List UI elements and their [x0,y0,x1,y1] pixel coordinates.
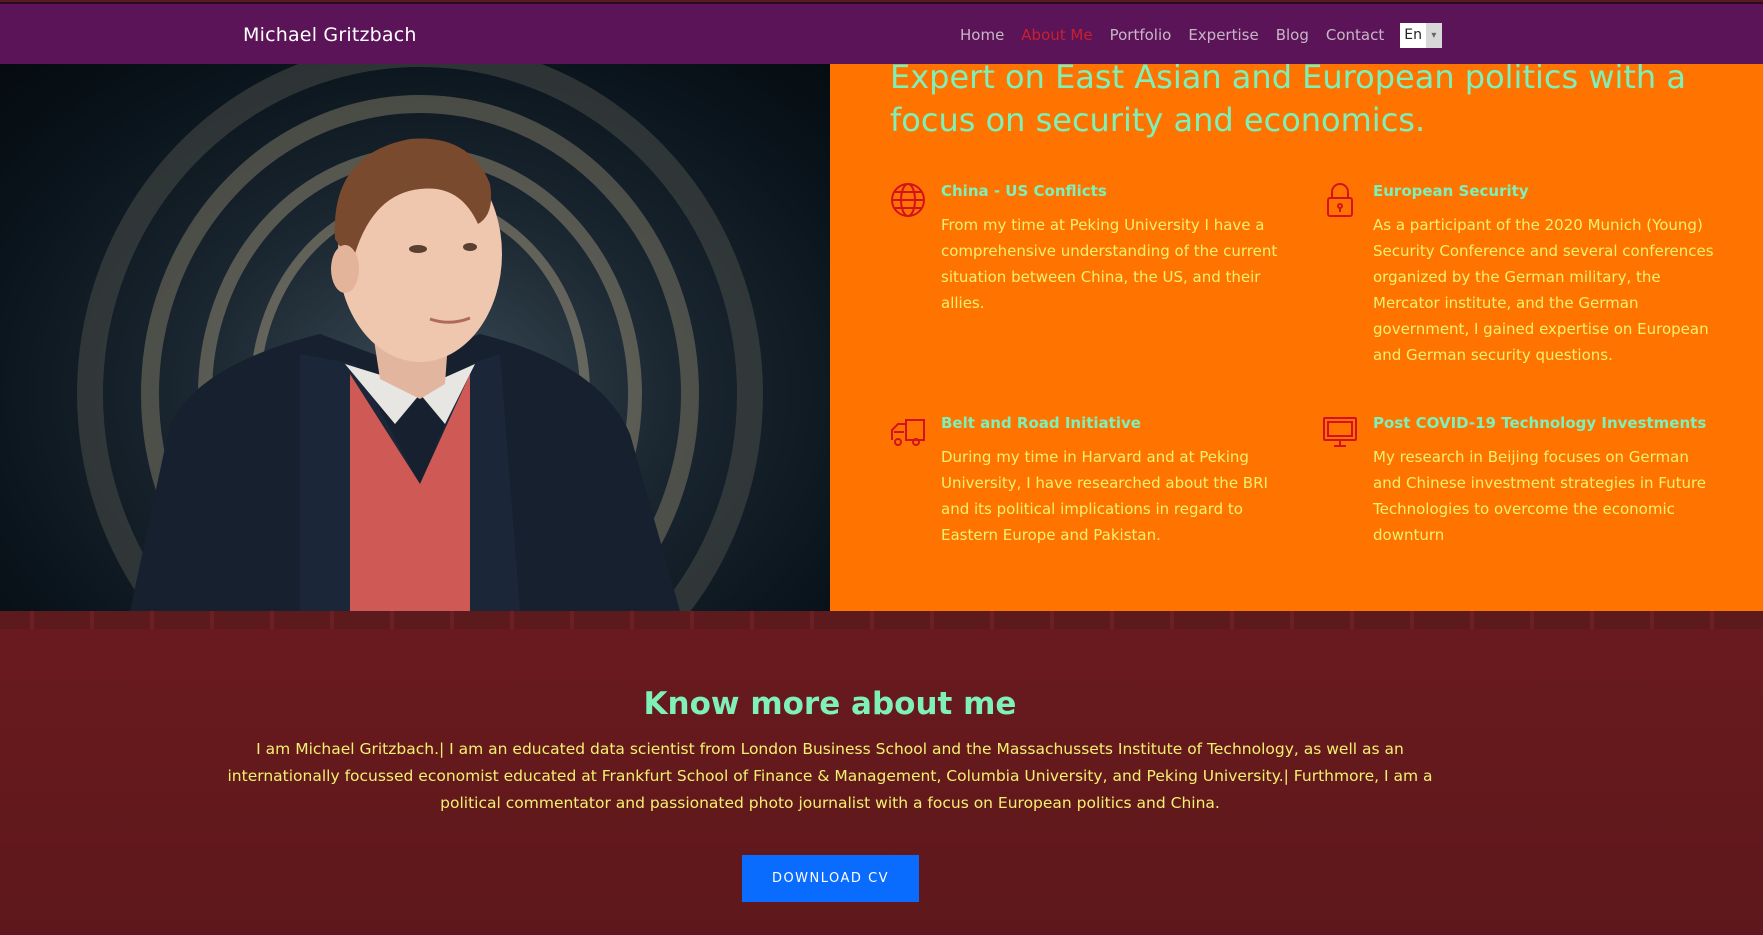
portrait-photo [0,64,830,611]
monitor-icon [1322,414,1358,450]
feature-text: As a participant of the 2020 Munich (You… [1373,216,1714,364]
chevron-down-icon[interactable]: ▾ [1425,22,1442,48]
about-text: I am Michael Gritzbach.| I am an educate… [227,740,1433,812]
about-section: Know more about me I am Michael Gritzbac… [0,611,1763,935]
feature-title: Belt and Road Initiative [941,414,1141,432]
expertise-panel: Expert on East Asian and European politi… [830,64,1763,611]
nav-link-contact[interactable]: Contact [1326,26,1384,44]
navbar: Michael Gritzbach Home About Me Portfoli… [0,2,1763,64]
globe-icon [890,182,926,218]
feature-text: From my time at Peking University I have… [941,216,1278,312]
truck-icon [890,414,926,450]
nav-link-home[interactable]: Home [960,26,1004,44]
nav-link-portfolio[interactable]: Portfolio [1110,26,1172,44]
feature-title: China - US Conflicts [941,182,1107,200]
feature-title: European Security [1373,182,1529,200]
background-skyline [0,611,1763,629]
feature-text: My research in Beijing focuses on German… [1373,448,1707,544]
about-title: Know more about me [643,686,1017,722]
site-brand[interactable]: Michael Gritzbach [243,4,417,66]
lock-icon [1322,182,1358,218]
language-select-value[interactable]: En [1400,22,1426,48]
download-cv-button[interactable]: DOWNLOAD CV [742,855,919,902]
hero-headline: Expert on East Asian and European politi… [890,64,1686,139]
feature-title: Post COVID-19 Technology Investments [1373,414,1707,432]
nav-link-expertise[interactable]: Expertise [1188,26,1258,44]
nav-link-blog[interactable]: Blog [1276,26,1309,44]
nav-link-about-me[interactable]: About Me [1021,26,1092,44]
main-nav: Home About Me Portfolio Expertise Blog C… [960,4,1442,66]
feature-text: During my time in Harvard and at Peking … [941,448,1268,544]
portrait-illustration [77,64,763,611]
language-select[interactable]: En ▾ [1400,22,1442,48]
